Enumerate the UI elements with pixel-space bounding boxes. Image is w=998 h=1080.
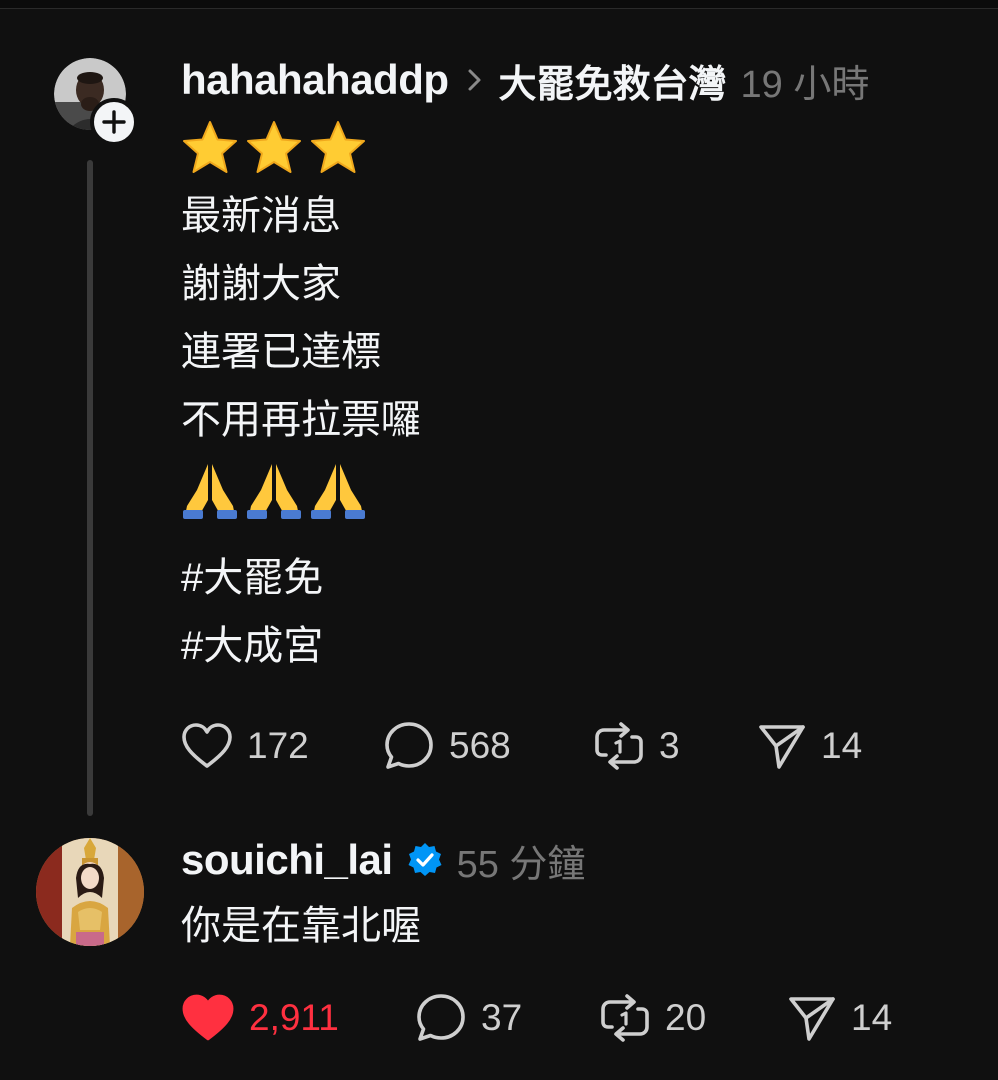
thread-post: hahahahaddp 大罷免救台灣 19 小時 最新消息 謝謝大家 連署已達標… bbox=[0, 0, 998, 830]
folded-hands-icon bbox=[311, 464, 365, 519]
like-button[interactable]: 2,911 bbox=[181, 988, 339, 1048]
reply-body: 你是在靠北喔 bbox=[181, 892, 421, 960]
username[interactable]: souichi_lai bbox=[181, 836, 393, 884]
avatar[interactable] bbox=[36, 838, 144, 946]
post-line: 最新消息 bbox=[181, 194, 341, 238]
post-body: 最新消息 謝謝大家 連署已達標 不用再拉票囉 #大罷免 #大成宮 bbox=[181, 114, 421, 680]
reply-header: souichi_lai 55 分鐘 bbox=[181, 834, 585, 886]
comment-icon bbox=[385, 722, 433, 769]
heart-icon bbox=[182, 723, 232, 768]
star-icon bbox=[247, 121, 301, 173]
repost-count: 20 bbox=[665, 997, 707, 1038]
timestamp: 55 分鐘 bbox=[456, 843, 586, 886]
like-count: 172 bbox=[247, 725, 309, 766]
folded-hands-icon bbox=[247, 464, 301, 519]
share-count: 14 bbox=[851, 997, 893, 1038]
comment-button[interactable]: 568 bbox=[383, 716, 511, 776]
comment-icon bbox=[417, 994, 465, 1041]
star-emoji-row bbox=[181, 114, 421, 182]
send-icon bbox=[759, 725, 805, 769]
timestamp: 19 小時 bbox=[740, 63, 870, 106]
repost-button[interactable]: 20 bbox=[599, 988, 706, 1048]
thread-line bbox=[87, 160, 93, 816]
post-line: 不用再拉票囉 bbox=[181, 398, 421, 442]
repost-icon bbox=[595, 722, 643, 770]
chevron-right-icon bbox=[467, 67, 483, 93]
hashtag-link[interactable]: #大罷免 bbox=[181, 544, 421, 612]
send-icon bbox=[789, 997, 835, 1041]
comment-count: 37 bbox=[481, 997, 523, 1038]
star-icon bbox=[183, 121, 237, 173]
share-count: 14 bbox=[821, 725, 863, 766]
star-icon bbox=[311, 121, 365, 173]
like-button[interactable]: 172 bbox=[181, 716, 309, 776]
post-line: 連署已達標 bbox=[181, 330, 381, 374]
hashtag-link[interactable]: #大成宮 bbox=[181, 612, 421, 680]
heart-filled-icon bbox=[182, 994, 234, 1041]
repost-button[interactable]: 3 bbox=[593, 716, 680, 776]
folded-hands-emoji-row bbox=[181, 454, 421, 526]
reply-text: 你是在靠北喔 bbox=[181, 904, 421, 948]
post-line: 謝謝大家 bbox=[181, 262, 341, 306]
community-name[interactable]: 大罷免救台灣 bbox=[499, 53, 727, 108]
repost-icon bbox=[601, 994, 649, 1042]
comment-count: 568 bbox=[449, 725, 511, 766]
post-header: hahahahaddp 大罷免救台灣 19 小時 bbox=[181, 54, 869, 106]
share-button[interactable]: 14 bbox=[757, 716, 862, 776]
plus-icon bbox=[102, 110, 126, 134]
thread-reply: souichi_lai 55 分鐘 你是在靠北喔 2,911 37 20 14 bbox=[0, 830, 998, 1080]
follow-plus-button[interactable] bbox=[90, 98, 138, 146]
repost-count: 3 bbox=[659, 725, 680, 766]
share-button[interactable]: 14 bbox=[787, 988, 892, 1048]
username[interactable]: hahahahaddp bbox=[181, 56, 449, 104]
folded-hands-icon bbox=[183, 464, 237, 519]
verified-badge-icon bbox=[407, 842, 443, 878]
comment-button[interactable]: 37 bbox=[415, 988, 522, 1048]
like-count: 2,911 bbox=[249, 997, 339, 1038]
